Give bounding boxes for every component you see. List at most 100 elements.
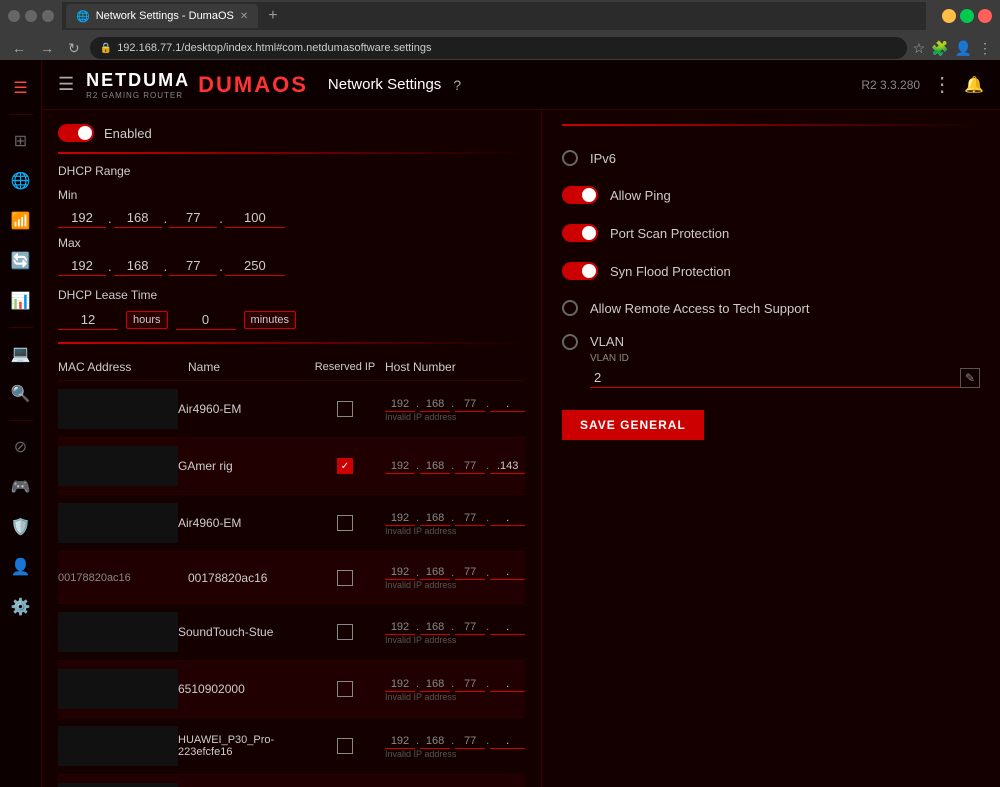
sidebar-item-wifi[interactable]: 📶 <box>3 203 39 239</box>
host-b[interactable] <box>420 620 450 635</box>
sidebar-item-user[interactable]: 👤 <box>3 549 39 585</box>
save-general-button[interactable]: SAVE GENERAL <box>562 410 704 440</box>
ipv6-option-row: IPv6 <box>562 140 980 176</box>
reload-button[interactable]: ↻ <box>64 38 84 59</box>
vlan-label: VLAN <box>590 334 980 349</box>
remote-access-radio[interactable] <box>562 300 578 316</box>
ip-min-a[interactable] <box>58 208 106 228</box>
tab-close-button[interactable]: ✕ <box>240 11 248 22</box>
tab-title: Network Settings - DumaOS <box>96 10 234 22</box>
maximize-button[interactable] <box>960 9 974 23</box>
forward-button[interactable]: → <box>36 38 58 58</box>
bookmark-icon[interactable]: ☆ <box>913 40 926 57</box>
vlan-edit-icon[interactable]: ✎ <box>960 368 980 388</box>
vlan-radio[interactable] <box>562 334 578 350</box>
enabled-toggle[interactable] <box>58 124 94 142</box>
lease-hours-input[interactable] <box>58 310 118 330</box>
vlan-id-input[interactable] <box>590 368 960 388</box>
reserved-checkbox[interactable] <box>337 570 353 586</box>
remote-access-label: Allow Remote Access to Tech Support <box>590 301 809 316</box>
syn-flood-toggle[interactable] <box>562 262 598 280</box>
host-c[interactable] <box>455 620 485 635</box>
host-d[interactable] <box>490 459 525 474</box>
ip-max-a[interactable] <box>58 256 106 276</box>
host-b[interactable] <box>420 397 450 412</box>
sidebar-item-menu[interactable]: ☰ <box>3 70 39 106</box>
host-b[interactable] <box>420 565 450 580</box>
host-c[interactable] <box>455 511 485 526</box>
sidebar-item-network[interactable]: 🔄 <box>3 243 39 279</box>
host-placeholder: Invalid IP address <box>385 692 525 702</box>
host-a[interactable] <box>385 565 415 580</box>
header-more-button[interactable]: ⋮ <box>932 72 952 97</box>
ip-min-c[interactable] <box>169 208 217 228</box>
host-d[interactable] <box>490 677 525 692</box>
host-c[interactable] <box>455 565 485 580</box>
sidebar-item-search[interactable]: 🔍 <box>3 376 39 412</box>
sidebar-item-block[interactable]: ⊘ <box>3 429 39 465</box>
sidebar-item-stats[interactable]: 📊 <box>3 283 39 319</box>
sidebar-separator-1 <box>9 114 33 115</box>
host-d[interactable] <box>490 734 525 749</box>
address-text: 192.168.77.1/desktop/index.html#com.netd… <box>117 42 431 54</box>
max-label: Max <box>58 236 525 250</box>
host-b[interactable] <box>420 459 450 474</box>
host-a[interactable] <box>385 511 415 526</box>
address-bar[interactable]: 🔒 192.168.77.1/desktop/index.html#com.ne… <box>90 37 907 59</box>
close-button[interactable] <box>978 9 992 23</box>
host-a[interactable] <box>385 620 415 635</box>
host-c[interactable] <box>455 459 485 474</box>
logo-duma: DUMA <box>128 70 190 90</box>
ip-min-b[interactable] <box>114 208 162 228</box>
host-b[interactable] <box>420 677 450 692</box>
profile-icon[interactable]: 👤 <box>955 40 972 57</box>
host-a[interactable] <box>385 677 415 692</box>
cell-mac <box>58 446 178 486</box>
cell-host: . . . Invalid IP address <box>385 397 525 422</box>
new-tab-button[interactable]: + <box>262 7 283 25</box>
reserved-checkbox[interactable] <box>337 681 353 697</box>
host-c[interactable] <box>455 397 485 412</box>
host-d[interactable] <box>490 397 525 412</box>
sidebar-item-dashboard[interactable]: ⊞ <box>3 123 39 159</box>
sidebar-item-settings[interactable]: ⚙️ <box>3 589 39 625</box>
right-panel: IPv6 Allow Ping Port Scan Protection Syn… <box>542 110 1000 787</box>
reserved-checkbox[interactable] <box>337 401 353 417</box>
menu-icon[interactable]: ⋮ <box>978 40 992 57</box>
hamburger-icon[interactable]: ☰ <box>58 74 74 95</box>
sidebar-item-geo[interactable]: 🌐 <box>3 163 39 199</box>
sidebar-item-devices[interactable]: 💻 <box>3 336 39 372</box>
host-c[interactable] <box>455 677 485 692</box>
host-c[interactable] <box>455 734 485 749</box>
host-a[interactable] <box>385 459 415 474</box>
ipv6-radio[interactable] <box>562 150 578 166</box>
ip-max-b[interactable] <box>114 256 162 276</box>
reserved-checkbox[interactable]: ✓ <box>337 458 353 474</box>
extensions-icon[interactable]: 🧩 <box>931 40 948 57</box>
port-scan-toggle[interactable] <box>562 224 598 242</box>
sidebar-separator-2 <box>9 327 33 328</box>
sidebar-item-shield[interactable]: 🛡️ <box>3 509 39 545</box>
port-scan-label: Port Scan Protection <box>610 226 729 241</box>
ip-min-d[interactable] <box>225 208 285 228</box>
lease-minutes-input[interactable] <box>176 310 236 330</box>
help-icon[interactable]: ? <box>453 77 461 93</box>
host-a[interactable] <box>385 734 415 749</box>
reserved-checkbox[interactable] <box>337 738 353 754</box>
minimize-button[interactable] <box>942 9 956 23</box>
host-b[interactable] <box>420 511 450 526</box>
host-a[interactable] <box>385 397 415 412</box>
reserved-checkbox[interactable] <box>337 624 353 640</box>
sidebar-item-games[interactable]: 🎮 <box>3 469 39 505</box>
host-d[interactable] <box>490 565 525 580</box>
host-b[interactable] <box>420 734 450 749</box>
active-tab[interactable]: 🌐 Network Settings - DumaOS ✕ <box>66 4 258 28</box>
back-button[interactable]: ← <box>8 38 30 58</box>
host-d[interactable] <box>490 620 525 635</box>
reserved-checkbox[interactable] <box>337 515 353 531</box>
ip-max-d[interactable] <box>225 256 285 276</box>
host-d[interactable] <box>490 511 525 526</box>
notification-bell-icon[interactable]: 🔔 <box>964 75 984 95</box>
ip-max-c[interactable] <box>169 256 217 276</box>
allow-ping-toggle[interactable] <box>562 186 598 204</box>
